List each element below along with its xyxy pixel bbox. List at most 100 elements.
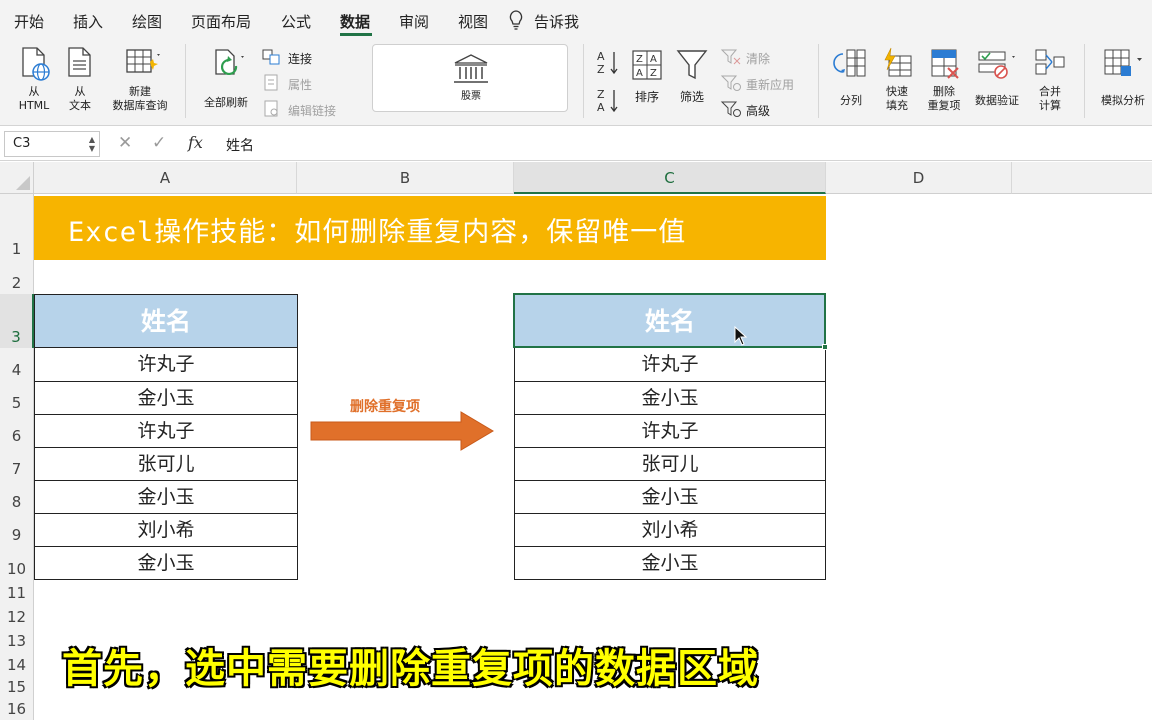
row-header-16[interactable]: 16 xyxy=(0,698,34,720)
stocks-label: 股票 xyxy=(461,91,481,102)
tab-draw[interactable]: 绘图 xyxy=(132,11,162,32)
svg-text:A: A xyxy=(636,68,643,79)
tab-review[interactable]: 审阅 xyxy=(399,11,429,32)
data-validation-button[interactable]: 数据验证 xyxy=(968,46,1026,108)
row-number: 14 xyxy=(6,656,27,674)
consolidate-button[interactable]: 合并 计算 xyxy=(1030,46,1070,113)
tab-tell-me[interactable]: 告诉我 xyxy=(534,11,579,32)
table-row[interactable]: 许丸子 xyxy=(34,348,298,382)
row-header-5[interactable]: 5 xyxy=(0,381,34,414)
column-header-e[interactable] xyxy=(1012,162,1152,194)
table-row[interactable]: 金小玉 xyxy=(514,382,826,415)
table-row[interactable]: 许丸子 xyxy=(514,415,826,448)
advanced-filter-button[interactable]: 高级 xyxy=(720,100,800,120)
table-row[interactable]: 许丸子 xyxy=(34,415,298,448)
row-header-7[interactable]: 7 xyxy=(0,447,34,480)
clear-filter-button[interactable]: 清除 xyxy=(720,48,800,68)
table-row[interactable]: 金小玉 xyxy=(34,382,298,415)
sort-button[interactable]: Z A A Z 排序 xyxy=(628,48,666,104)
row-header-6[interactable]: 6 xyxy=(0,414,34,447)
row-header-2[interactable]: 2 xyxy=(0,260,34,294)
from-html-button[interactable]: 从 HTML xyxy=(12,46,56,113)
bank-icon xyxy=(454,54,488,83)
source-name-table: 姓名 许丸子 金小玉 许丸子 张可儿 金小玉 刘小希 金小玉 xyxy=(34,294,298,580)
cancel-icon[interactable]: ✕ xyxy=(118,133,132,153)
clear-filter-icon xyxy=(720,49,741,65)
edit-links-button[interactable]: 编辑链接 xyxy=(262,100,352,120)
name-box[interactable]: C3 ▲ ▼ xyxy=(4,131,100,157)
sort-icon: Z A A Z xyxy=(632,50,662,80)
svg-text:A: A xyxy=(597,50,605,63)
svg-text:Z: Z xyxy=(597,63,605,76)
enter-check-icon[interactable]: ✓ xyxy=(152,133,166,153)
connections-button[interactable]: 连接 xyxy=(262,48,342,68)
name-box-value: C3 xyxy=(13,136,31,151)
table-row[interactable]: 金小玉 xyxy=(34,547,298,580)
remove-duplicates-button[interactable]: 删除 重复项 xyxy=(922,46,966,113)
consolidate-icon xyxy=(1035,49,1065,75)
sort-ascending-icon: A Z xyxy=(597,50,618,76)
tab-page-layout[interactable]: 页面布局 xyxy=(191,11,251,32)
table-row[interactable]: 张可儿 xyxy=(34,448,298,481)
row-header-10[interactable]: 10 xyxy=(0,546,34,580)
table-row[interactable]: 金小玉 xyxy=(514,481,826,514)
insert-function-icon[interactable]: fx xyxy=(188,133,203,152)
fill-handle[interactable] xyxy=(822,344,828,350)
name-box-stepper-icon[interactable]: ▲ ▼ xyxy=(89,135,95,153)
column-header-b[interactable]: B xyxy=(297,162,514,194)
data-types-gallery[interactable]: 股票 xyxy=(372,44,568,112)
column-header-c[interactable]: C xyxy=(514,162,826,194)
refresh-all-button[interactable]: 全部刷新 xyxy=(196,46,256,110)
stocks-button[interactable]: 股票 xyxy=(413,53,529,104)
row-header-8[interactable]: 8 xyxy=(0,480,34,513)
sort-a-to-z-button[interactable]: A Z xyxy=(594,48,622,81)
from-text-button[interactable]: 从 文本 xyxy=(60,46,100,113)
flash-fill-button[interactable]: 快速 填充 xyxy=(876,46,918,113)
new-database-query-button[interactable]: 新建 数据库查询 xyxy=(102,46,178,113)
table-row[interactable]: 刘小希 xyxy=(514,514,826,547)
row-header-15[interactable]: 15 xyxy=(0,676,34,698)
filter-button[interactable]: 筛选 xyxy=(674,48,710,104)
select-all-corner[interactable] xyxy=(0,162,34,194)
new-db-query-label-2: 数据库查询 xyxy=(112,99,168,112)
row-header-4[interactable]: 4 xyxy=(0,348,34,381)
remove-duplicates-icon xyxy=(931,49,959,79)
row-header-9[interactable]: 9 xyxy=(0,513,34,546)
column-header-a[interactable]: A xyxy=(34,162,297,194)
banner-title: Excel操作技能：如何删除重复内容，保留唯一值 xyxy=(68,217,687,248)
table-row[interactable]: 金小玉 xyxy=(34,481,298,514)
table-row[interactable]: 金小玉 xyxy=(514,547,826,580)
web-document-icon xyxy=(22,47,50,81)
lightbulb-icon xyxy=(509,10,523,30)
row-number: 9 xyxy=(11,526,22,544)
row-header-11[interactable]: 11 xyxy=(0,580,34,604)
reapply-button[interactable]: 重新应用 xyxy=(720,74,810,94)
table-row[interactable]: 张可儿 xyxy=(514,448,826,481)
tab-insert[interactable]: 插入 xyxy=(73,11,103,32)
what-if-analysis-button[interactable]: 模拟分析 xyxy=(1094,46,1152,108)
row-header-12[interactable]: 12 xyxy=(0,604,34,628)
tab-data[interactable]: 数据 xyxy=(340,11,370,32)
formula-input[interactable]: 姓名 xyxy=(226,135,254,155)
tab-formulas[interactable]: 公式 xyxy=(281,11,311,32)
refresh-all-label: 全部刷新 xyxy=(204,96,248,109)
properties-button[interactable]: 属性 xyxy=(262,74,342,94)
table-header-cell[interactable]: 姓名 xyxy=(34,294,298,348)
text-to-columns-button[interactable]: 分列 xyxy=(830,46,872,108)
svg-text:Z: Z xyxy=(636,54,643,65)
ribbon-tab-bar: 开始 插入 绘图 页面布局 公式 数据 审阅 视图 告诉我 xyxy=(0,0,1152,38)
table-row[interactable]: 刘小希 xyxy=(34,514,298,547)
row-number: 16 xyxy=(6,700,27,718)
tab-home[interactable]: 开始 xyxy=(14,11,44,32)
row-header-14[interactable]: 14 xyxy=(0,652,34,676)
ribbon-separator xyxy=(185,44,186,118)
table-row[interactable]: 许丸子 xyxy=(514,348,826,382)
tab-view[interactable]: 视图 xyxy=(458,11,488,32)
edit-links-icon xyxy=(264,100,278,117)
column-header-d[interactable]: D xyxy=(826,162,1012,194)
row-header-3[interactable]: 3 xyxy=(0,294,34,348)
remove-duplicates-label-1: 删除 xyxy=(933,85,955,98)
row-header-13[interactable]: 13 xyxy=(0,628,34,652)
row-header-1[interactable]: 1 xyxy=(0,194,34,260)
sort-z-to-a-button[interactable]: Z A xyxy=(594,86,622,119)
